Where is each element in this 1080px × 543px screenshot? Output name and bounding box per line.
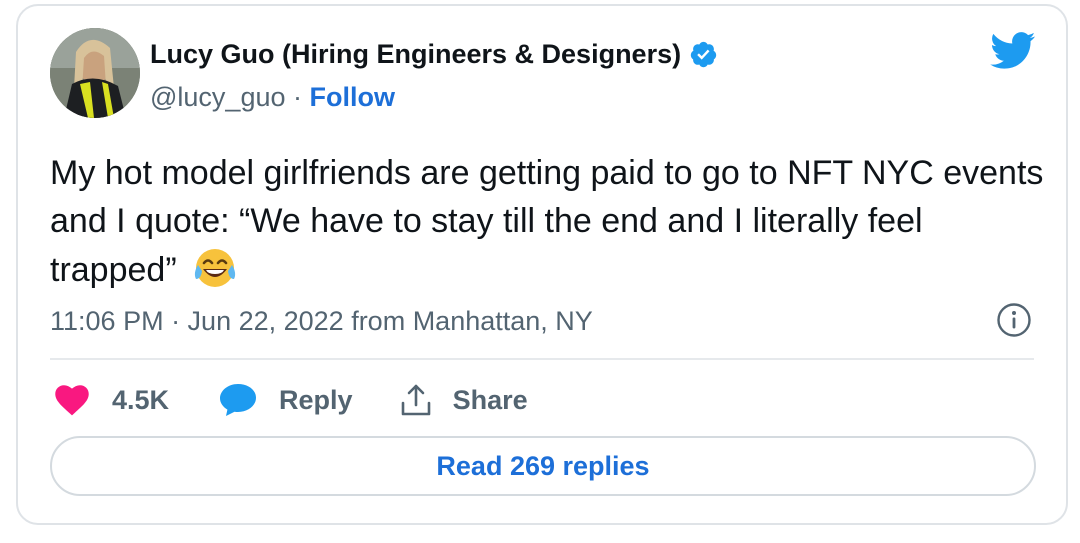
verified-badge-icon: [689, 40, 718, 69]
author-handle-row: @lucy_guo · Follow: [150, 82, 395, 113]
reply-label: Reply: [279, 384, 353, 415]
heart-icon: [54, 384, 90, 416]
share-label: Share: [452, 384, 528, 415]
like-count: 4.5K: [112, 384, 170, 415]
tweet-card: Lucy Guo (Hiring Engineers & Designers) …: [16, 4, 1068, 525]
speech-bubble-icon: [219, 383, 257, 417]
tweet-timestamp[interactable]: 11:06 PM · Jun 22, 2022 from Manhattan, …: [50, 306, 593, 337]
avatar[interactable]: [50, 28, 140, 118]
author-handle[interactable]: @lucy_guo: [150, 82, 286, 112]
info-icon[interactable]: [996, 302, 1032, 338]
twitter-bird-icon[interactable]: [990, 32, 1036, 70]
read-replies-label: Read 269 replies: [436, 450, 650, 481]
divider: [50, 358, 1034, 360]
author-name-row[interactable]: Lucy Guo (Hiring Engineers & Designers): [150, 39, 718, 70]
like-button[interactable]: 4.5K: [54, 384, 169, 416]
face-with-tears-of-joy-icon: [192, 245, 238, 291]
share-button[interactable]: Share: [399, 383, 528, 417]
follow-link[interactable]: Follow: [310, 82, 395, 112]
tweet-body: My hot model girlfriends are getting pai…: [50, 149, 1050, 294]
action-bar: 4.5K Reply Share: [54, 379, 528, 421]
read-replies-button[interactable]: Read 269 replies: [50, 436, 1036, 496]
reply-button[interactable]: Reply: [219, 383, 353, 417]
author-display-name[interactable]: Lucy Guo (Hiring Engineers & Designers): [150, 39, 681, 70]
handle-separator: ·: [285, 82, 310, 112]
share-icon: [399, 383, 433, 417]
